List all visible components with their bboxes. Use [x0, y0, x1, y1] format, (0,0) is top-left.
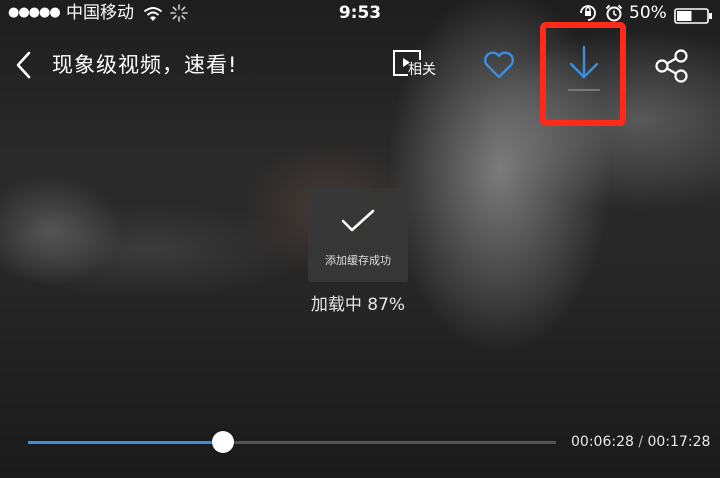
heart-icon	[484, 51, 514, 79]
chevron-left-icon	[16, 51, 31, 79]
favorite-button[interactable]	[482, 50, 516, 80]
related-button[interactable]: 相关	[392, 46, 438, 82]
time-display: 00:06:28 / 00:17:28	[571, 434, 710, 450]
progress-fill	[28, 441, 224, 444]
related-label: 相关	[408, 62, 436, 78]
download-button[interactable]	[566, 44, 602, 96]
download-arrow-icon	[568, 45, 600, 91]
loading-status: 加载中 87%	[310, 295, 406, 315]
current-time: 00:06:28	[571, 434, 634, 450]
video-title: 现象级视频，速看!	[52, 53, 238, 77]
battery-icon	[674, 6, 714, 32]
share-icon	[655, 49, 688, 83]
time-separator: /	[638, 434, 644, 450]
share-button[interactable]	[654, 48, 690, 84]
back-button[interactable]	[12, 50, 38, 80]
cache-success-toast: 添加缓存成功	[308, 188, 408, 282]
battery-percent: 50%	[629, 3, 667, 23]
toast-message: 添加缓存成功	[325, 254, 391, 267]
checkmark-icon	[341, 209, 375, 232]
progress-bar[interactable]	[28, 431, 556, 453]
total-time: 00:17:28	[647, 434, 711, 450]
